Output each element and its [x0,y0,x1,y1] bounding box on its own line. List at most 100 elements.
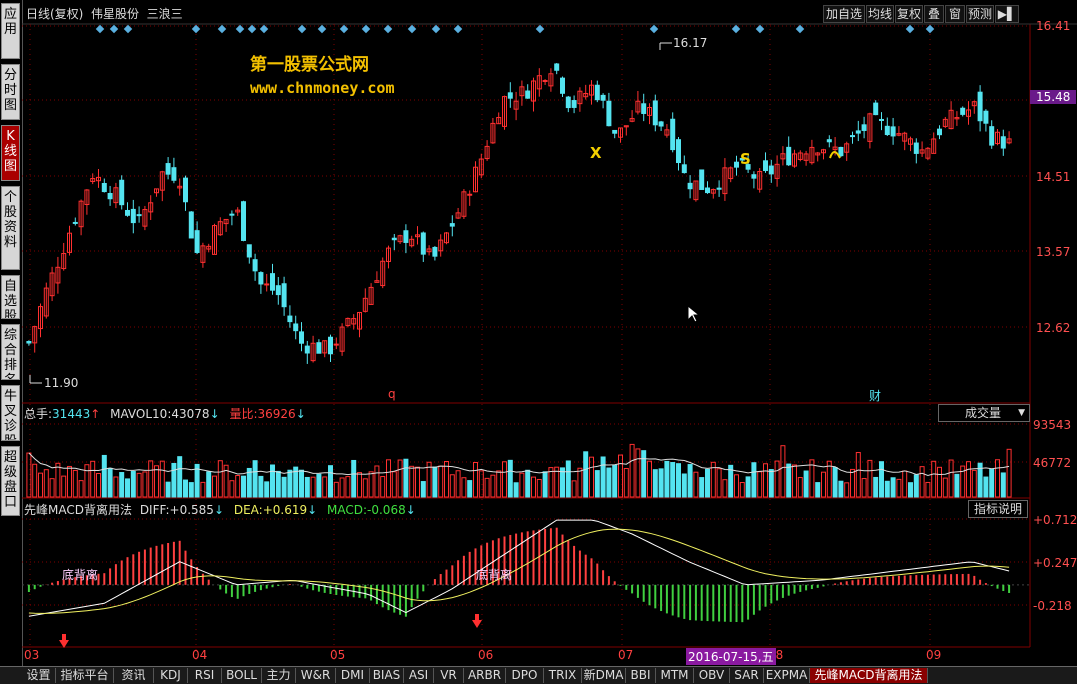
candle-body [855,130,861,134]
candle-body [861,124,867,131]
volume-bar [838,480,844,498]
volume-bar [32,463,38,498]
volume-bar [913,474,919,498]
indicator-dropdown[interactable]: 成交量 ▼ [938,404,1030,422]
volume-bar [641,450,647,498]
volume-bar [281,476,287,498]
volume-bar [357,472,362,498]
volume-bar [165,481,171,498]
candle-body [299,331,304,344]
candle-body [275,285,281,296]
volume-bar [310,476,316,498]
volume-bar [507,459,513,498]
finance-marker[interactable]: 财 [869,387,881,404]
volume-legend: 总手:31443↑ MAVOL10:43078↓ 量比:36926↓ [24,407,306,421]
volume-bar [867,459,873,498]
volume-bar [780,445,786,498]
volume-bar [461,477,467,498]
indicator-tab[interactable]: ARBR [464,668,506,683]
indicator-tab[interactable]: OBV [694,668,730,683]
indicator-tab[interactable]: BBI [626,668,656,683]
indicator-tab[interactable]: 先峰MACD背离用法 [810,668,928,683]
volume-bar [484,477,490,498]
indicator-tab[interactable]: 新DMA [582,668,626,683]
indicator-tab[interactable]: DMI [336,668,370,683]
volume-bar [571,480,577,498]
indicator-help-button[interactable]: 指标说明 [968,500,1028,518]
candle-body [670,118,676,151]
indicator-tab[interactable]: 设置 [22,668,56,683]
volume-bar [850,468,855,498]
month-label: 05 [330,648,346,662]
event-diamond [109,24,119,34]
indicator-tab[interactable]: BIAS [370,668,404,683]
volume-bar [84,464,90,498]
event-diamond [297,24,307,34]
indicator-tab[interactable]: 主力 [262,668,296,683]
chevron-down-icon: ▼ [1018,408,1025,418]
volume-bar [919,466,925,498]
watermark-title: 第一股票公式网 [250,55,369,75]
volume-bar [722,479,728,498]
volume-bar [258,475,264,498]
indicator-tab[interactable]: BOLL [222,668,262,683]
volume-bar [403,458,409,498]
candle-body [826,139,832,143]
candle-body [594,84,600,101]
kline-chart[interactable]: XS [0,0,1077,683]
volume-bar [287,469,293,498]
volume-bar [902,470,908,498]
current-price-tag: 15.48 [1030,90,1077,104]
candle-body [333,343,339,346]
volume-bar [513,482,519,498]
event-marker[interactable]: q [388,387,396,401]
indicator-tab[interactable]: W&R [296,668,336,683]
indicator-tab[interactable]: KDJ [154,668,188,683]
price-tick: 12.62 [1036,321,1071,335]
volume-bar [1000,472,1006,498]
volume-bar [96,473,101,498]
volume-bar [815,482,821,498]
event-diamond [905,24,915,34]
candle-body [246,244,252,258]
indicator-tab[interactable]: TRIX [544,668,582,683]
candle-body [763,160,768,172]
indicator-tab[interactable]: VR [434,668,464,683]
volume-bar [345,476,351,498]
indicator-tab[interactable]: EXPMA [764,668,810,683]
macd-legend: 先峰MACD背离用法 DIFF:+0.585↓ DEA:+0.619↓ MACD… [24,503,416,517]
candle-body [600,94,606,101]
volume-bar [362,478,368,498]
volume-bar [432,466,438,498]
volume-bar [873,476,879,498]
macd-tick: +0.247 [1033,556,1077,570]
volume-bar [368,471,374,498]
indicator-tab[interactable]: DPO [506,668,544,683]
candle-body [873,102,879,116]
candle-body [119,179,125,206]
candle-body [420,232,426,255]
volume-bar [72,469,78,498]
candle-body [734,161,739,168]
volume-bar [821,471,826,498]
indicator-tab[interactable]: RSI [188,668,222,683]
candle-body [838,146,844,157]
volume-bar [159,460,165,498]
month-label: 07 [618,648,634,662]
indicator-tab[interactable]: 指标平台 [56,668,114,683]
candle-body [1000,136,1006,149]
indicator-tab[interactable]: 资讯 [114,668,154,683]
candle-body [565,96,571,109]
indicator-tab[interactable]: MTM [656,668,694,683]
candle-body [983,110,989,124]
event-diamond [317,24,327,34]
indicator-tab[interactable]: ASI [404,668,434,683]
volume-bar [670,462,676,498]
candle-body [786,146,792,166]
volume-bar [676,463,681,498]
indicator-tab[interactable]: SAR [730,668,764,683]
volume-bar [183,479,188,498]
candle-body [989,126,995,146]
volume-bar [629,443,635,498]
volume-bar [229,480,235,498]
